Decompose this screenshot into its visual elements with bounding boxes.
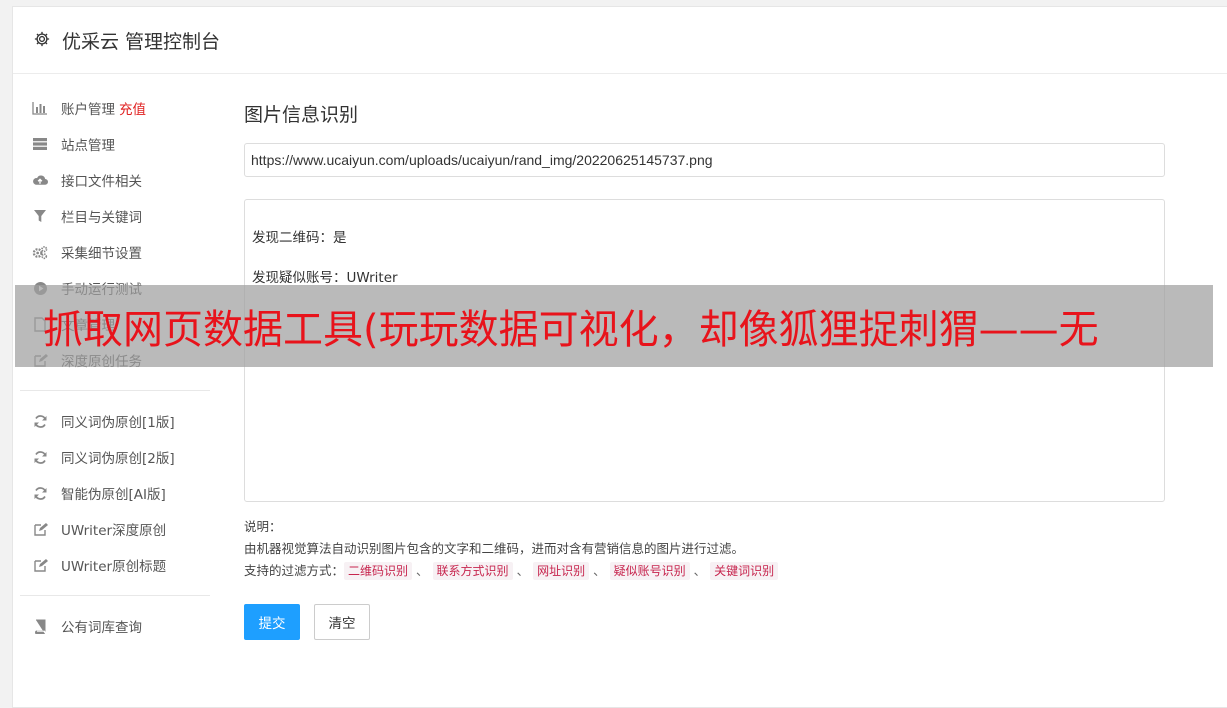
overlay-text: 抓取网页数据工具(玩玩数据可视化，却像狐狸捉刺猬——无 <box>43 307 1099 353</box>
filter-tag: 关键词识别 <box>710 562 779 580</box>
clear-button[interactable]: 清空 <box>314 604 370 640</box>
sidebar-item[interactable]: UWriter深度原创 <box>20 511 210 547</box>
recharge-link[interactable]: 充值 <box>119 98 146 118</box>
sidebar-item[interactable]: UWriter原创标题 <box>20 547 210 583</box>
sidebar-item[interactable]: 智能伪原创[AI版] <box>20 475 210 511</box>
filter-tag: 疑似账号识别 <box>609 562 690 580</box>
filter-tag: 二维码识别 <box>344 562 413 580</box>
sidebar-item-label: 同义词伪原创[2版] <box>61 451 175 467</box>
filters-row: 支持的过滤方式： 二维码识别、联系方式识别、网址识别、疑似账号识别、关键词识别 <box>244 560 1164 582</box>
sidebar-divider <box>20 390 210 391</box>
filter-separator: 、 <box>693 563 707 578</box>
section-title: 图片信息识别 <box>244 104 359 126</box>
edit-icon <box>32 521 48 537</box>
result-line: 发现二维码：是 <box>252 230 347 246</box>
sidebar-item[interactable]: 账户管理 充值 <box>20 90 210 126</box>
description: 说明： 由机器视觉算法自动识别图片包含的文字和二维码，进而对含有营销信息的图片进… <box>244 516 1164 582</box>
sidebar: 账户管理充值站点管理接口文件相关栏目与关键词采集细节设置手动运行测试文章管理深度… <box>20 90 210 644</box>
sidebar-item-label: UWriter深度原创 <box>61 523 167 539</box>
sidebar-item-label: 公有词库查询 <box>61 620 142 636</box>
console-header: 优采云 管理控制台 <box>13 7 1227 74</box>
page-title: 优采云 管理控制台 <box>62 30 221 53</box>
filter-separator: 、 <box>416 563 429 578</box>
gears-icon <box>32 244 48 260</box>
cloud-upload-icon <box>32 172 48 188</box>
sidebar-item-label: UWriter原创标题 <box>61 559 167 575</box>
refresh-icon <box>32 413 48 429</box>
filter-separator: 、 <box>516 563 530 578</box>
filter-icon <box>32 208 48 224</box>
submit-button[interactable]: 提交 <box>244 604 300 640</box>
gear-icon <box>33 30 53 50</box>
edit-icon <box>32 557 48 573</box>
filter-tag: 网址识别 <box>533 562 590 580</box>
refresh-icon <box>32 449 48 465</box>
sidebar-item[interactable]: 同义词伪原创[1版] <box>20 403 210 439</box>
sidebar-item[interactable]: 同义词伪原创[2版] <box>20 439 210 475</box>
main-panel: 图片信息识别 https://www.ucaiyun.com/uploads/u… <box>244 100 1165 640</box>
sidebar-item[interactable]: 接口文件相关 <box>20 162 210 198</box>
sidebar-item[interactable]: 站点管理 <box>20 126 210 162</box>
sidebar-item-label: 同义词伪原创[1版] <box>61 415 175 431</box>
filter-separator: 、 <box>593 563 606 578</box>
sidebar-item[interactable]: 栏目与关键词 <box>20 198 210 234</box>
filters-label: 支持的过滤方式： <box>244 563 345 578</box>
desc-text: 由机器视觉算法自动识别图片包含的文字和二维码，进而对含有营销信息的图片进行过滤。 <box>244 541 745 556</box>
server-icon <box>32 136 48 152</box>
filter-tag: 联系方式识别 <box>432 562 513 580</box>
sidebar-item-label: 站点管理 <box>61 138 115 154</box>
sidebar-item-label: 栏目与关键词 <box>61 210 142 226</box>
desc-label: 说明： <box>244 519 282 534</box>
image-url-input[interactable]: https://www.ucaiyun.com/uploads/ucaiyun/… <box>244 143 1165 177</box>
sidebar-item-label: 接口文件相关 <box>61 174 142 190</box>
title-overlay-banner: 抓取网页数据工具(玩玩数据可视化，却像狐狸捉刺猬——无 <box>15 285 1213 367</box>
sidebar-item-label: 采集细节设置 <box>61 246 142 262</box>
sidebar-item[interactable]: 采集细节设置 <box>20 234 210 270</box>
button-row: 提交 清空 <box>244 604 1164 640</box>
book-icon <box>32 618 48 634</box>
sidebar-item[interactable]: 公有词库查询 <box>20 608 210 644</box>
sidebar-divider <box>20 595 210 596</box>
sidebar-item-label: 账户管理 <box>61 102 115 118</box>
bar-chart-icon <box>32 100 48 116</box>
refresh-icon <box>32 485 48 501</box>
sidebar-item-label: 智能伪原创[AI版] <box>61 487 166 503</box>
